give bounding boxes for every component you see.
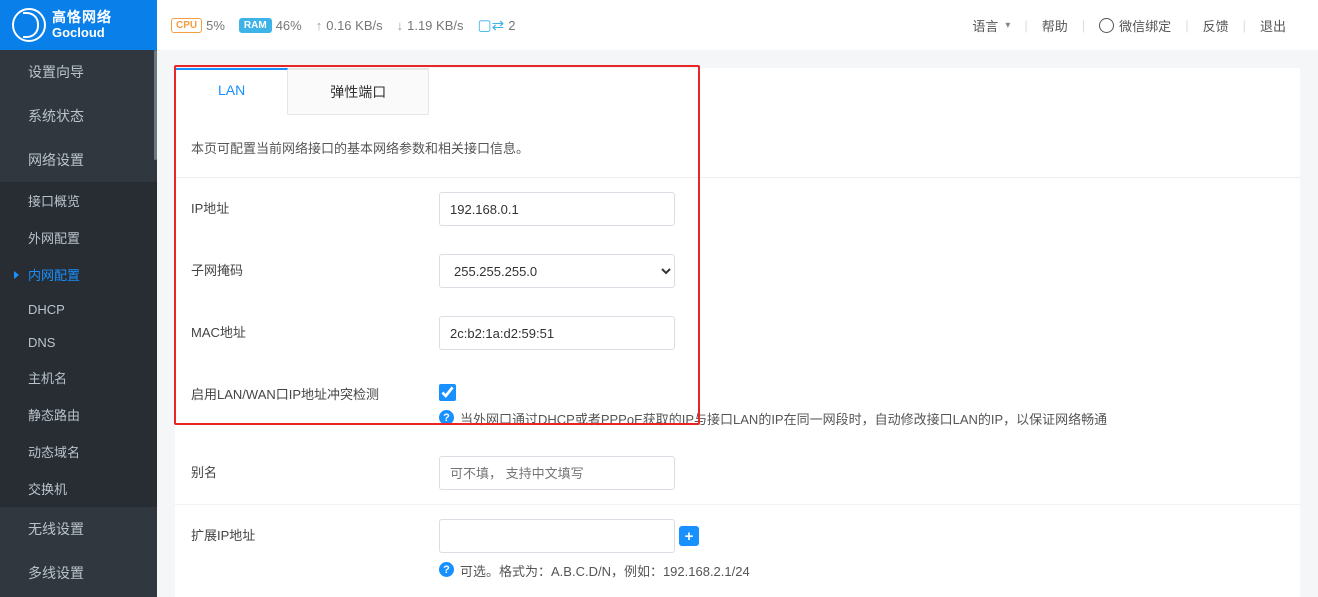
upload-icon: ↑	[316, 18, 323, 33]
content-area: LAN 弹性端口 本页可配置当前网络接口的基本网络参数和相关接口信息。 IP地址…	[157, 50, 1318, 597]
sidebar-item-network-settings[interactable]: 网络设置	[0, 138, 157, 182]
brand-text: 高恪网络 Gocloud	[52, 10, 112, 40]
brand-icon	[12, 8, 46, 42]
download-icon: ↓	[397, 18, 404, 33]
input-ext-ip[interactable]	[439, 519, 675, 553]
info-icon: ?	[439, 562, 454, 577]
download-stat: ↓ 1.19 KB/s	[397, 18, 464, 33]
top-header: 高恪网络 Gocloud CPU 5% RAM 46% ↑ 0.16 KB/s …	[0, 0, 1318, 50]
sidebar-item-ddns[interactable]: 动态域名	[0, 433, 157, 470]
connections-stat: ▢⇄ 2	[477, 16, 515, 34]
upload-stat: ↑ 0.16 KB/s	[316, 18, 383, 33]
input-alias[interactable]	[439, 456, 675, 490]
download-value: 1.19 KB/s	[407, 18, 463, 33]
hint-ext-ip-text: 可选。格式为：A.B.C.D/N，例如：192.168.2.1/24	[460, 561, 750, 580]
row-mac: MAC地址	[175, 302, 1300, 364]
wechat-bind-link[interactable]: 微信绑定	[1085, 16, 1185, 35]
sidebar-item-multiline[interactable]: 多线设置	[0, 551, 157, 595]
tabs: LAN 弹性端口	[175, 68, 1300, 116]
sidebar[interactable]: 设置向导 系统状态 网络设置 接口概览 外网配置 内网配置 DHCP DNS 主…	[0, 50, 157, 597]
header-right-nav: 语言 ▾ | 帮助 | 微信绑定 | 反馈 | 退出	[958, 16, 1300, 35]
sidebar-item-interface-overview[interactable]: 接口概览	[0, 182, 157, 219]
row-subnet: 子网掩码 255.255.255.0	[175, 240, 1300, 302]
checkbox-conflict-detect[interactable]	[439, 384, 456, 401]
label-ext-ip: 扩展IP地址	[191, 519, 439, 544]
label-subnet: 子网掩码	[191, 254, 439, 279]
sidebar-item-wireless[interactable]: 无线设置	[0, 507, 157, 551]
label-conflict-detect: 启用LAN/WAN口IP地址冲突检测	[191, 378, 439, 403]
sidebar-item-dhcp[interactable]: DHCP	[0, 293, 157, 326]
info-icon: ?	[439, 410, 454, 425]
language-label: 语言	[972, 16, 998, 35]
tab-elastic-port[interactable]: 弹性端口	[288, 68, 429, 115]
upload-value: 0.16 KB/s	[326, 18, 382, 33]
select-subnet-mask[interactable]: 255.255.255.0	[439, 254, 675, 288]
label-mac: MAC地址	[191, 316, 439, 341]
sidebar-item-dns[interactable]: DNS	[0, 326, 157, 359]
sidebar-group-network: 接口概览 外网配置 内网配置 DHCP DNS 主机名 静态路由 动态域名 交换…	[0, 182, 157, 507]
sidebar-item-system-status[interactable]: 系统状态	[0, 94, 157, 138]
sidebar-item-hostname[interactable]: 主机名	[0, 359, 157, 396]
ram-value: 46%	[276, 18, 302, 33]
ram-icon: RAM	[239, 18, 272, 33]
tab-lan[interactable]: LAN	[175, 68, 288, 115]
sidebar-item-setup-wizard[interactable]: 设置向导	[0, 50, 157, 94]
cpu-stat: CPU 5%	[171, 18, 225, 33]
connections-icon: ▢⇄	[477, 16, 504, 34]
brand-zh: 高恪网络	[52, 10, 112, 25]
brand-en: Gocloud	[52, 26, 112, 40]
hint-conflict-text: 当外网口通过DHCP或者PPPoE获取的IP与接口LAN的IP在同一网段时，自动…	[460, 409, 1107, 428]
wechat-icon	[1099, 18, 1114, 33]
label-alias: 别名	[191, 456, 439, 481]
row-conflict: 启用LAN/WAN口IP地址冲突检测 ? 当外网口通过DHCP或者PPPoE获取…	[175, 364, 1300, 442]
ram-stat: RAM 46%	[239, 18, 302, 33]
sidebar-item-static-route[interactable]: 静态路由	[0, 396, 157, 433]
row-alias: 别名	[175, 442, 1300, 504]
row-ext-ip: 扩展IP地址 + ? 可选。格式为：A.B.C.D/N，例如：192.168.2…	[175, 504, 1300, 594]
cpu-icon: CPU	[171, 18, 202, 33]
wechat-bind-label: 微信绑定	[1119, 16, 1171, 35]
cpu-value: 5%	[206, 18, 225, 33]
logout-link[interactable]: 退出	[1246, 16, 1300, 35]
sidebar-item-lan-config[interactable]: 内网配置	[0, 256, 157, 293]
header-stats: CPU 5% RAM 46% ↑ 0.16 KB/s ↓ 1.19 KB/s ▢…	[157, 16, 515, 34]
chevron-down-icon: ▾	[1005, 20, 1010, 31]
feedback-link[interactable]: 反馈	[1189, 16, 1243, 35]
hint-ext-ip: ? 可选。格式为：A.B.C.D/N，例如：192.168.2.1/24	[439, 561, 1284, 580]
input-mac-address[interactable]	[439, 316, 675, 350]
add-ext-ip-button[interactable]: +	[679, 526, 699, 546]
sidebar-item-switch[interactable]: 交换机	[0, 470, 157, 507]
config-panel: LAN 弹性端口 本页可配置当前网络接口的基本网络参数和相关接口信息。 IP地址…	[175, 68, 1300, 597]
sidebar-item-wan-config[interactable]: 外网配置	[0, 219, 157, 256]
panel-description: 本页可配置当前网络接口的基本网络参数和相关接口信息。	[175, 116, 1300, 178]
help-link[interactable]: 帮助	[1028, 16, 1082, 35]
connections-value: 2	[508, 18, 515, 33]
main-layout: 设置向导 系统状态 网络设置 接口概览 外网配置 内网配置 DHCP DNS 主…	[0, 50, 1318, 597]
label-ip: IP地址	[191, 192, 439, 217]
brand-logo[interactable]: 高恪网络 Gocloud	[0, 0, 157, 50]
row-ip: IP地址	[175, 178, 1300, 240]
input-ip-address[interactable]	[439, 192, 675, 226]
hint-conflict: ? 当外网口通过DHCP或者PPPoE获取的IP与接口LAN的IP在同一网段时，…	[439, 409, 1284, 428]
language-dropdown[interactable]: 语言 ▾	[958, 16, 1024, 35]
